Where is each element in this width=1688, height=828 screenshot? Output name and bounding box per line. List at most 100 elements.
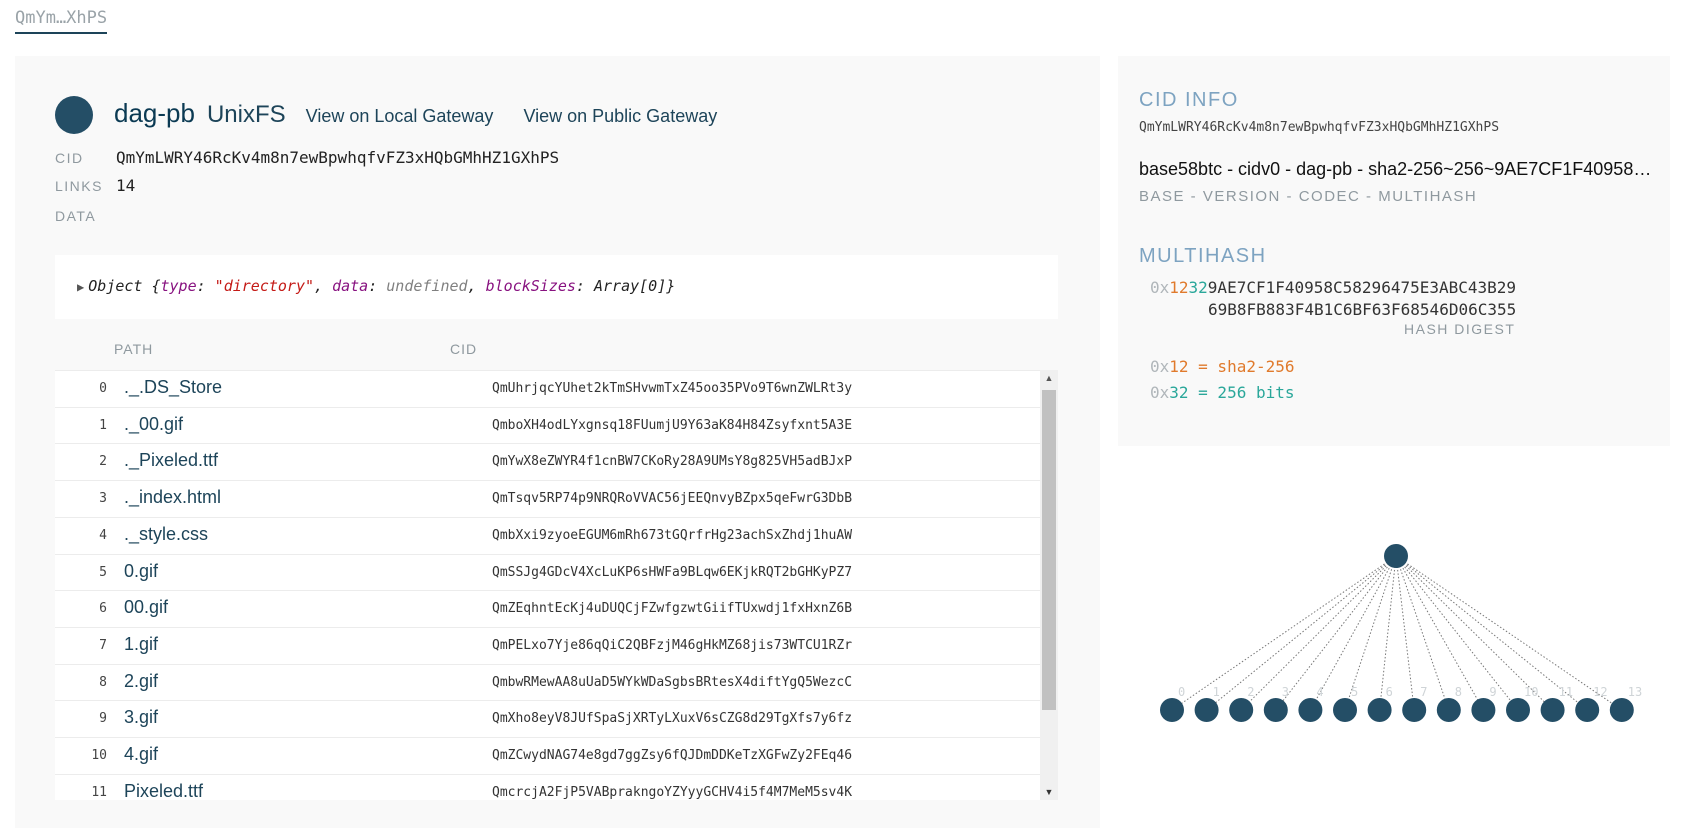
table-row[interactable]: 9 3.gif QmXho8eyV8JUfSpaSjXRTyLXuxV6sCZG8d… bbox=[55, 700, 1040, 737]
graph-child-node[interactable] bbox=[1160, 698, 1184, 722]
graph-node-label: 0 bbox=[1178, 685, 1185, 699]
graph-child-node[interactable] bbox=[1436, 698, 1461, 722]
multihash-title: MULTIHASH bbox=[1139, 245, 1267, 267]
table-row[interactable]: 0 ._.DS_Store QmUhrjqcYUhet2kTmSHvwmTxZ45o… bbox=[55, 370, 1040, 407]
row-path-link[interactable]: ._style.css bbox=[124, 524, 208, 545]
graph-root-node[interactable] bbox=[1384, 544, 1408, 568]
row-index: 11 bbox=[91, 784, 107, 800]
object-value-data: undefined bbox=[386, 277, 468, 295]
row-path-link[interactable]: ._index.html bbox=[124, 487, 221, 508]
table-row[interactable]: 2 ._Pixeled.ttf QmYwX8eZWYR4f1cnBW7CKoRy28… bbox=[55, 443, 1040, 480]
row-cid: QmbwRMewAA8uUaD5WYkWDaSgbsBRtesX4diftYgQ… bbox=[492, 674, 853, 690]
object-suffix: } bbox=[666, 277, 676, 295]
row-path-link[interactable]: 2.gif bbox=[124, 671, 158, 692]
table-row[interactable]: 11 Pixeled.ttf QmcrcjA2FjP5VABprakngoYZYyy… bbox=[55, 773, 1040, 800]
node-panel: dag-pb UnixFS View on Local Gateway View… bbox=[15, 56, 1100, 828]
graph-child-node[interactable] bbox=[1506, 698, 1530, 722]
row-index: 4 bbox=[99, 527, 107, 543]
format-label: UnixFS bbox=[206, 101, 286, 128]
graph-edge bbox=[1275, 555, 1397, 711]
cid-label: CID bbox=[55, 150, 84, 166]
scroll-down-arrow-icon[interactable]: ▼ bbox=[1040, 784, 1058, 800]
graph-child-node[interactable] bbox=[1367, 698, 1392, 722]
graph-child-node[interactable] bbox=[1540, 698, 1565, 722]
row-cid: QmUhrjqcYUhet2kTmSHvwmTxZ45oo35PVo9T6wnZ… bbox=[492, 381, 853, 396]
row-index: 6 bbox=[99, 601, 107, 617]
table-row[interactable]: 4 ._style.css QmbXxi9zyoeEGUM6mRh673tGQrfr… bbox=[55, 516, 1040, 554]
object-value-type: "directory" bbox=[214, 277, 315, 295]
graph-child-node[interactable] bbox=[1471, 698, 1496, 722]
code-value: 12 bbox=[1169, 357, 1189, 376]
expand-triangle-icon[interactable]: ▶ bbox=[77, 280, 84, 294]
path-column-header: PATH bbox=[114, 341, 154, 357]
table-row[interactable]: 8 2.gif QmbwRMewAA8uUaD5WYkWDaSgbsBRtesX4d… bbox=[55, 663, 1040, 701]
graph-child-node[interactable] bbox=[1575, 698, 1600, 722]
table-row[interactable]: 5 0.gif QmSSJg4GDcV4XcLuKP6sHWFa9BLqw6EKjk… bbox=[55, 553, 1040, 591]
table-row[interactable]: 10 4.gif QmZCwydNAG74e8gd7ggZsy6fQJDmDDKeT… bbox=[55, 737, 1040, 774]
code-meaning: = sha2-256 bbox=[1188, 357, 1295, 376]
scroll-up-arrow-icon[interactable]: ▲ bbox=[1040, 370, 1058, 386]
table-row[interactable]: 3 ._index.html QmTsqv5RP74p9NRQRoVVAC56jEE… bbox=[55, 480, 1040, 517]
graph-node-label: 2 bbox=[1247, 685, 1254, 699]
graph-node-label: 11 bbox=[1559, 685, 1573, 699]
mh-code: 12 bbox=[1169, 278, 1189, 297]
length-value: 32 bbox=[1169, 383, 1189, 402]
row-index: 1 bbox=[99, 417, 107, 433]
graph-child-node[interactable] bbox=[1263, 698, 1288, 722]
object-prefix: Object { bbox=[88, 277, 161, 295]
row-path-link[interactable]: 4.gif bbox=[124, 744, 158, 765]
row-path-link[interactable]: ._.DS_Store bbox=[124, 377, 222, 398]
code-prefix: 0x bbox=[1150, 357, 1170, 376]
graph-edge bbox=[1395, 555, 1623, 711]
row-index: 8 bbox=[99, 674, 107, 690]
row-cid: QmboXH4odLYxgnsq18FUumjU9Y63aK84H84Zsyfx… bbox=[492, 417, 853, 433]
mh-length: 32 bbox=[1188, 278, 1208, 297]
graph-child-node[interactable] bbox=[1298, 698, 1323, 722]
row-path-link[interactable]: ._Pixeled.ttf bbox=[124, 450, 218, 471]
table-row[interactable]: 7 1.gif QmPELxo7Yje86qQiC2QBFzjM46gHkMZ68j… bbox=[55, 626, 1040, 664]
object-key-data: data bbox=[332, 277, 369, 295]
graph-edge bbox=[1395, 555, 1415, 711]
scroll-thumb[interactable] bbox=[1042, 390, 1056, 710]
object-inspector[interactable]: ▶ Object {type: "directory", data: undefi… bbox=[55, 255, 1058, 319]
row-index: 3 bbox=[99, 491, 107, 507]
public-gateway-link[interactable]: View on Public Gateway bbox=[523, 106, 717, 127]
links-value: 14 bbox=[116, 176, 136, 195]
multihash-line-1: 0x12329AE7CF1F40958C58296475E3ABC43B29 bbox=[1150, 278, 1516, 297]
graph-node-label: 10 bbox=[1524, 685, 1538, 699]
row-path-link[interactable]: Pixeled.ttf bbox=[124, 781, 203, 800]
breadcrumb[interactable]: QmYm…XhPS bbox=[15, 8, 108, 34]
graph-child-node[interactable] bbox=[1333, 698, 1357, 722]
graph-node-label: 8 bbox=[1455, 685, 1462, 699]
node-dot-icon bbox=[55, 96, 93, 134]
row-index: 5 bbox=[99, 564, 107, 580]
table-row[interactable]: 1 ._00.gif QmboXH4odLYxgnsq18FUumjU9Y63aK8… bbox=[55, 406, 1040, 444]
cid-parts-caption: BASE - VERSION - CODEC - MULTIHASH bbox=[1139, 188, 1478, 205]
table-row[interactable]: 6 00.gif QmZEqhntEcKj4uDUQCjFZwfgzwtGiifTU… bbox=[55, 590, 1040, 627]
row-path-link[interactable]: 1.gif bbox=[124, 634, 158, 655]
table-scrollbar[interactable]: ▲ ▼ bbox=[1040, 370, 1058, 800]
graph-node-label: 3 bbox=[1282, 685, 1289, 699]
graph-child-node[interactable] bbox=[1194, 698, 1219, 722]
local-gateway-link[interactable]: View on Local Gateway bbox=[306, 106, 494, 127]
row-cid: QmTsqv5RP74p9NRQRoVVAC56jEEQnvyBZpx5qeFw… bbox=[492, 491, 853, 507]
row-cid: QmPELxo7Yje86qQiC2QBFzjM46gHkMZ68jis73WT… bbox=[492, 637, 853, 653]
graph-child-node[interactable] bbox=[1402, 698, 1427, 722]
graph-child-node[interactable] bbox=[1229, 698, 1254, 722]
row-path-link[interactable]: 0.gif bbox=[124, 561, 158, 582]
graph-node-label: 6 bbox=[1386, 685, 1393, 699]
row-index: 0 bbox=[99, 381, 107, 396]
row-index: 7 bbox=[99, 637, 107, 653]
cid-info-panel: CID INFO QmYmLWRY46RcKv4m8n7ewBpwhqfvFZ3… bbox=[1118, 56, 1670, 446]
hash-length-line: 0x32 = 256 bits bbox=[1150, 383, 1295, 402]
row-path-link[interactable]: 3.gif bbox=[124, 707, 158, 728]
codec-label: dag-pb bbox=[114, 98, 195, 128]
row-cid: QmZCwydNAG74e8gd7ggZsy6fQJDmDDKeTzXGFwZy… bbox=[492, 748, 853, 763]
graph-child-node[interactable] bbox=[1609, 698, 1634, 722]
graph-node-label: 12 bbox=[1593, 685, 1607, 699]
row-path-link[interactable]: ._00.gif bbox=[124, 414, 183, 435]
row-cid: QmcrcjA2FjP5VABprakngoYZYyyGCHV4i5f4M7Me… bbox=[492, 784, 853, 800]
row-path-link[interactable]: 00.gif bbox=[124, 597, 168, 618]
row-cid: QmZEqhntEcKj4uDUQCjFZwfgzwtGiifTUxwdj1fx… bbox=[492, 601, 853, 617]
object-key-blocksizes: blockSizes bbox=[485, 277, 576, 295]
